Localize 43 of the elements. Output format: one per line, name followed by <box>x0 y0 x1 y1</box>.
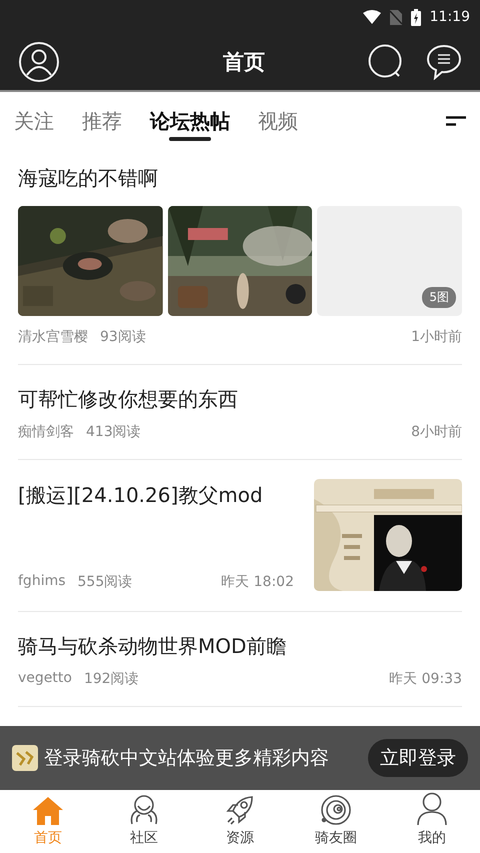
person-icon <box>416 792 448 826</box>
home-icon <box>32 796 64 826</box>
author-name[interactable]: fghims <box>18 573 66 591</box>
post-time: 昨天 09:33 <box>389 670 462 688</box>
tab[interactable]: 推荐 <box>82 91 122 151</box>
nav-tab[interactable]: 社区 <box>96 790 192 853</box>
rocket-icon <box>224 794 256 826</box>
profile-icon[interactable] <box>18 41 60 83</box>
login-prompt: 登录骑砍中文站体验更多精彩内容 <box>44 746 330 771</box>
tab[interactable]: 视频 <box>258 91 298 151</box>
post-time: 1小时前 <box>411 328 462 346</box>
tab[interactable]: 关注 <box>14 91 54 151</box>
post-title[interactable]: 可帮忙修改你想要的东西 <box>18 385 462 413</box>
planet-icon <box>320 794 352 826</box>
read-count: 413阅读 <box>86 423 141 441</box>
image-placeholder[interactable]: 5图 <box>317 206 462 316</box>
battery-charging-icon <box>410 8 421 26</box>
page-title: 首页 <box>222 49 266 76</box>
tab[interactable]: 论坛热帖 <box>150 91 230 151</box>
read-count: 555阅读 <box>78 573 132 591</box>
post-title[interactable]: 骑马与砍杀动物世界MOD前瞻 <box>18 632 462 660</box>
post-time: 昨天 18:02 <box>221 573 294 591</box>
image-count-badge: 5图 <box>422 287 456 308</box>
status-time: 11:19 <box>430 9 470 25</box>
site-logo-icon <box>12 745 38 771</box>
read-count: 93阅读 <box>100 328 146 346</box>
author-name[interactable]: 清水宫雪樱 <box>18 328 88 346</box>
nav-tab[interactable]: 资源 <box>192 790 288 853</box>
nav-tab[interactable]: 骑友圈 <box>288 790 384 853</box>
login-button[interactable]: 立即登录 <box>368 739 468 777</box>
nav-tab[interactable]: 我的 <box>384 790 480 853</box>
menu-icon[interactable] <box>446 116 466 126</box>
read-count: 192阅读 <box>84 670 139 688</box>
no-sim-icon <box>390 10 402 24</box>
post-title[interactable]: 海寇吃的不错啊 <box>18 164 462 192</box>
wifi-icon <box>362 10 381 24</box>
post-time: 8小时前 <box>411 423 462 441</box>
message-icon[interactable] <box>426 44 462 80</box>
author-name[interactable]: 痴情剑客 <box>18 423 74 441</box>
community-icon <box>128 794 160 826</box>
search-icon[interactable] <box>368 44 404 80</box>
post-title[interactable]: [搬运][24.10.26]教父mod <box>18 481 294 509</box>
author-name[interactable]: vegetto <box>18 670 72 688</box>
